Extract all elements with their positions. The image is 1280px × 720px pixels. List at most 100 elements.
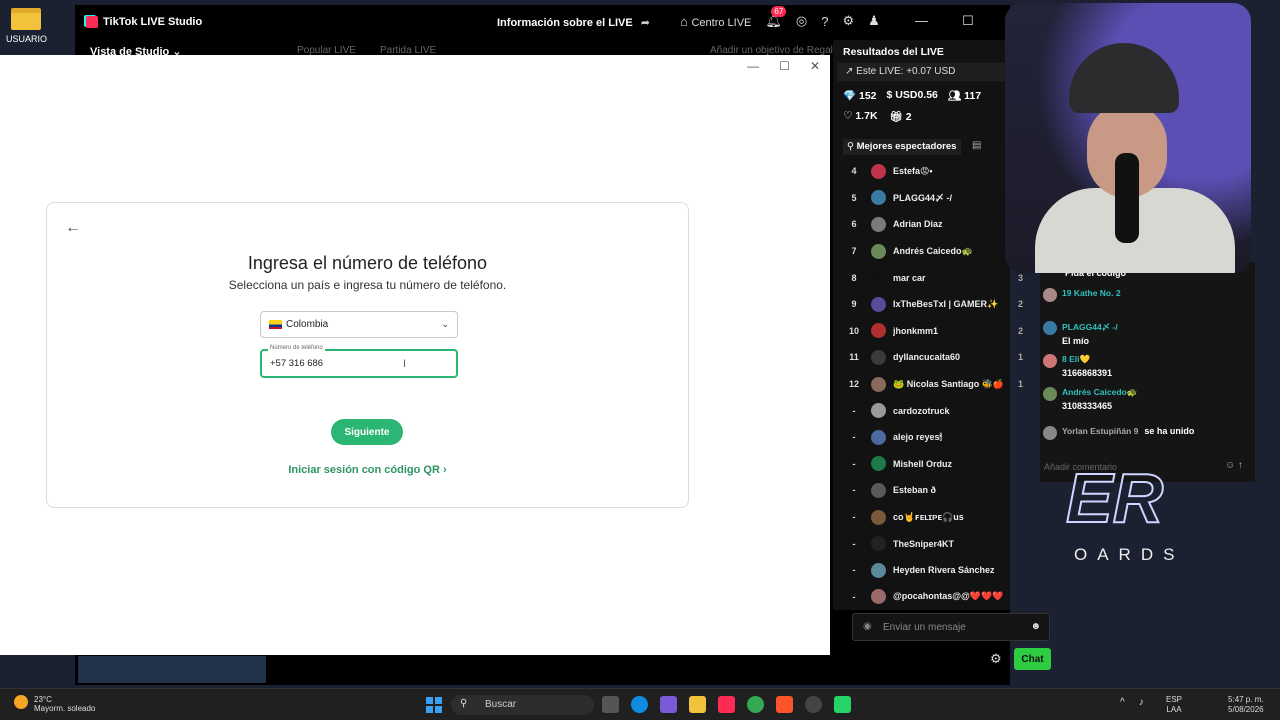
- chat-username[interactable]: 19 Kathe No. 2: [1062, 288, 1121, 298]
- keyboard-layout: LAA: [1166, 705, 1182, 714]
- viewer-score: 1: [1017, 352, 1023, 363]
- viewer-row[interactable]: - @pocahontas@@❤️❤️❤️: [843, 584, 1023, 611]
- maximize-icon[interactable]: ☐: [779, 59, 790, 73]
- top-viewers-list: 4 Estefa😡• 5 PLAGG44〆 -/ 6 Adrian Diaz 7 Andrés…: [843, 158, 1023, 610]
- microphone-tray-icon[interactable]: ♪: [1139, 697, 1144, 708]
- viewer-name: Heyden Rivera Sánchez: [893, 565, 995, 576]
- chrome-icon[interactable]: [747, 696, 764, 713]
- taskbar-clock[interactable]: 5:47 p. m. 5/08/2026: [1228, 695, 1264, 715]
- task-view-icon[interactable]: [602, 696, 619, 713]
- maximize-icon[interactable]: ☐: [962, 13, 974, 29]
- viewer-rank: 8: [851, 272, 857, 283]
- viewer-row[interactable]: 8 mar car 3: [843, 264, 1023, 291]
- viewer-row[interactable]: - TheSniper4KT: [843, 530, 1023, 557]
- avatar: [871, 243, 886, 259]
- date: 5/08/2026: [1228, 705, 1264, 714]
- chevron-up-icon[interactable]: ^: [1120, 697, 1125, 708]
- emoji-icon[interactable]: ☻: [1030, 621, 1041, 632]
- edge-icon[interactable]: [631, 696, 648, 713]
- diamonds-stat: 💎 152: [843, 90, 877, 102]
- analytics-icon[interactable]: ◎: [796, 13, 807, 29]
- viewer-name: jhonkmm1: [893, 325, 939, 336]
- viewer-row[interactable]: - co🤘ꜰᴇʟɪᴘᴇ🎧us: [843, 504, 1023, 531]
- viewer-rank: 12: [848, 379, 859, 390]
- avatar: [871, 270, 886, 286]
- viewer-name: Esteban ð: [893, 485, 937, 496]
- chat-button[interactable]: Chat: [1014, 648, 1051, 670]
- this-live-earnings[interactable]: ↗ Este LIVE: +0.07 USD: [837, 63, 1010, 81]
- viewer-rank: -: [852, 565, 856, 576]
- chat-username[interactable]: PLAGG44〆 -/: [1062, 321, 1118, 333]
- viewer-row[interactable]: 7 Andrés Caicedo🐢: [843, 238, 1023, 265]
- viewer-rank: 7: [851, 246, 857, 257]
- help-icon[interactable]: ?: [821, 14, 828, 29]
- viewer-row[interactable]: - alejo reyes🕯: [843, 424, 1023, 451]
- results-title: Resultados del LIVE: [843, 46, 944, 58]
- avatar: [871, 562, 886, 578]
- language-indicator[interactable]: ESP LAA: [1166, 695, 1182, 715]
- home-icon[interactable]: ⌂ Centro LIVE: [680, 14, 751, 29]
- message-input[interactable]: ◉ Enviar un mensaje ☻: [852, 613, 1050, 641]
- weather-desc: Mayorm. soleado: [34, 704, 96, 713]
- phone-number-field[interactable]: Número de teléfono +57 316 686 I: [260, 345, 458, 378]
- viewer-row[interactable]: 11 dyllancucaita60 1: [843, 344, 1023, 371]
- avatar: [1043, 288, 1057, 302]
- list-icon[interactable]: ▤: [972, 140, 981, 151]
- back-arrow-icon[interactable]: ←: [65, 219, 81, 237]
- chevron-down-icon: ⌄: [441, 319, 449, 329]
- viewer-row[interactable]: - Esteban ð: [843, 477, 1023, 504]
- qr-login-link[interactable]: Iniciar sesión con código QR ›: [47, 464, 688, 476]
- viewer-name: dyllancucaita60: [893, 352, 961, 363]
- file-explorer-icon[interactable]: [689, 696, 706, 713]
- obs-icon[interactable]: [805, 696, 822, 713]
- viewer-row[interactable]: 6 Adrian Diaz: [843, 211, 1023, 238]
- viewer-rank: -: [852, 458, 856, 469]
- top-viewers-tab[interactable]: ⚲ Mejores espectadores: [843, 139, 961, 155]
- viewer-row[interactable]: 5 PLAGG44〆 -/: [843, 185, 1023, 212]
- taskbar-search[interactable]: ⚲ Buscar: [451, 695, 594, 715]
- settings-icon[interactable]: ⚙: [842, 13, 854, 29]
- avatar: [871, 190, 886, 206]
- message-placeholder: Enviar un mensaje: [883, 622, 966, 633]
- viewer-row[interactable]: - cardozotruck: [843, 397, 1023, 424]
- tiktok-icon[interactable]: [718, 696, 735, 713]
- chat-text: se ha unido: [1144, 426, 1195, 436]
- viewer-row[interactable]: - Mishell Orduz: [843, 451, 1023, 478]
- chat-username[interactable]: 8 Eli💛: [1062, 354, 1112, 365]
- windows-start-icon[interactable]: [426, 697, 442, 713]
- chat-settings-gear-icon[interactable]: ⚙: [990, 651, 1002, 667]
- next-button[interactable]: Siguiente: [331, 419, 403, 445]
- country-select[interactable]: Colombia ⌄: [260, 311, 458, 338]
- viewer-row[interactable]: 10 jhonkmm1 2: [843, 318, 1023, 345]
- profile-icon[interactable]: ♟: [868, 13, 880, 29]
- chat-username[interactable]: Yorlan Estupiñán 9: [1062, 426, 1138, 440]
- teams-icon[interactable]: [660, 696, 677, 713]
- brave-icon[interactable]: [776, 696, 793, 713]
- avatar: [871, 589, 886, 605]
- search-label: Buscar: [485, 699, 517, 710]
- weather-widget[interactable]: 23°C Mayorm. soleado: [14, 695, 95, 713]
- live-info-link[interactable]: Información sobre el LIVE ➦: [497, 16, 650, 29]
- viewer-rank: -: [852, 591, 856, 602]
- folder-icon: [11, 8, 41, 30]
- viewer-row[interactable]: 4 Estefa😡•: [843, 158, 1023, 185]
- avatar: [1043, 426, 1057, 440]
- chat-join-message: Yorlan Estupiñán 9 se ha unido: [1043, 426, 1194, 440]
- viewer-row[interactable]: 9 IxTheBesTxI | GAMER✨ 2: [843, 291, 1023, 318]
- viewer-name: cardozotruck: [893, 405, 950, 416]
- close-icon[interactable]: ✕: [810, 59, 820, 73]
- viewer-row[interactable]: - Heyden Rivera Sánchez: [843, 557, 1023, 584]
- viewer-row[interactable]: 12 🐸 Nicolas Santiago 🐝🍎 1: [843, 371, 1023, 398]
- page-title: Ingresa el número de teléfono: [247, 253, 488, 273]
- minimize-icon[interactable]: —: [915, 13, 928, 29]
- whatsapp-icon[interactable]: [834, 696, 851, 713]
- share-icon[interactable]: ➦: [641, 17, 650, 29]
- chat-username[interactable]: Andrés Caicedo🐢: [1062, 387, 1137, 398]
- this-live-label: Este LIVE: +0.07 USD: [856, 66, 956, 77]
- chat-message: 8 Eli💛 3166868391: [1043, 354, 1112, 378]
- viewer-rank: -: [852, 512, 856, 523]
- live-info-label: Información sobre el LIVE: [497, 17, 633, 29]
- desktop-icon-user[interactable]: USUARIO: [6, 8, 47, 44]
- bell-icon[interactable]: 🔔︎ 67: [765, 6, 787, 29]
- minimize-icon[interactable]: —: [747, 59, 759, 73]
